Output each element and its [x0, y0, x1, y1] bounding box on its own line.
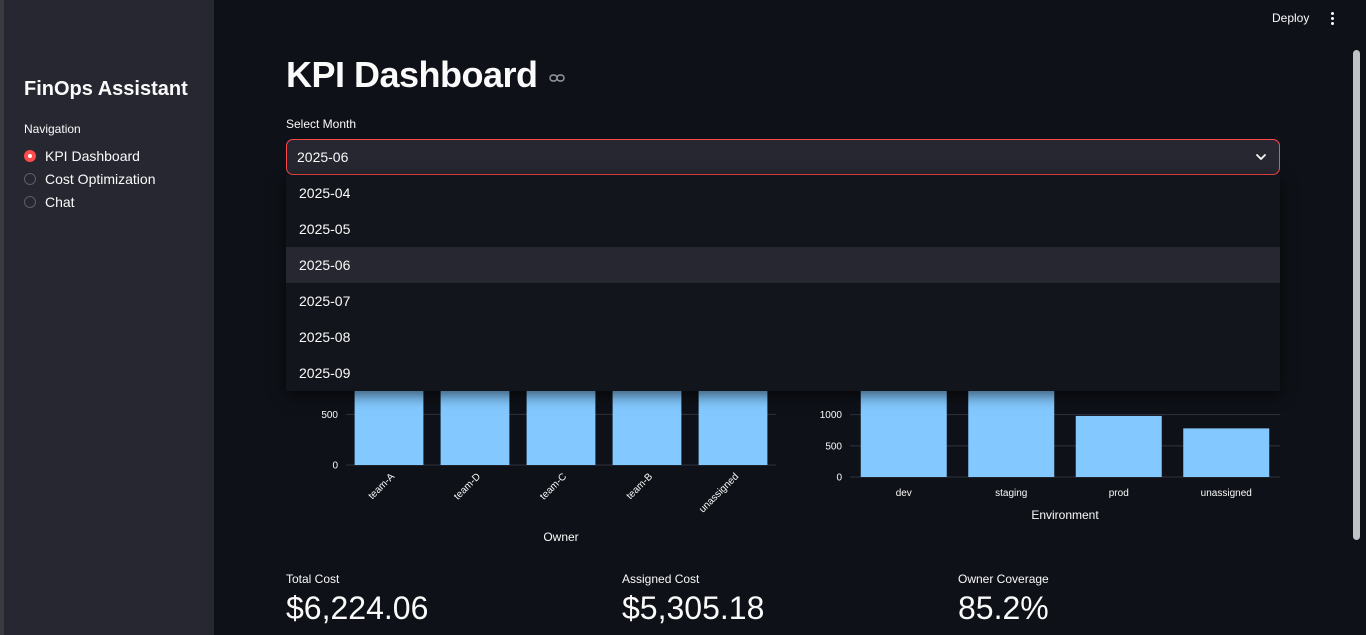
metric-value-owner-coverage: 85.2% — [958, 590, 1049, 626]
metric-label-assigned-cost: Assigned Cost — [622, 572, 700, 586]
bar-unassigned — [698, 391, 768, 465]
nav-item-chat[interactable]: Chat — [24, 192, 75, 212]
month-option[interactable]: 2025-05 — [286, 211, 1280, 247]
navigation-label: Navigation — [24, 122, 81, 136]
x-tick-label: dev — [896, 488, 912, 499]
more-menu-icon[interactable] — [1326, 10, 1338, 28]
link-icon[interactable] — [549, 72, 565, 84]
month-dropdown-list: 2025-04 2025-05 2025-06 2025-07 2025-08 … — [286, 175, 1280, 391]
sidebar: FinOps Assistant Navigation KPI Dashboar… — [4, 0, 214, 635]
app-title: FinOps Assistant — [24, 78, 188, 100]
radio-unselected-icon[interactable] — [24, 173, 36, 185]
bar-unassigned — [1183, 428, 1270, 477]
deploy-button[interactable]: Deploy — [1272, 11, 1309, 25]
x-tick-label: team-D — [452, 471, 483, 502]
owner-cost-chart-svg: 0 500 team-A team-D team-C team-B unassigned Ow… — [321, 391, 776, 544]
scrollbar-thumb[interactable] — [1353, 50, 1360, 540]
nav-item-label: Chat — [45, 194, 75, 210]
owner-cost-chart: 0 500 team-A team-D team-C team-B unassigned Ow… — [290, 380, 790, 550]
x-tick-label: unassigned — [1201, 488, 1252, 499]
select-month-label: Select Month — [286, 117, 357, 131]
environment-cost-chart-svg: 0 500 1000 dev staging prod unassigned Environm… — [820, 391, 1280, 522]
x-tick-label: prod — [1109, 488, 1129, 499]
y-tick-label: 1000 — [820, 410, 843, 421]
radio-unselected-icon[interactable] — [24, 196, 36, 208]
y-tick-label: 500 — [321, 410, 338, 421]
bar-staging — [968, 391, 1055, 477]
x-tick-label: unassigned — [697, 471, 741, 515]
month-option[interactable]: 2025-08 — [286, 319, 1280, 355]
select-value: 2025-06 — [297, 149, 349, 165]
bar-team-A — [354, 391, 424, 465]
radio-selected-icon[interactable] — [24, 150, 36, 162]
month-option-highlighted[interactable]: 2025-06 — [286, 247, 1280, 283]
y-tick-label: 500 — [825, 441, 842, 452]
x-tick-label: team-B — [625, 471, 656, 502]
y-tick-label: 0 — [332, 461, 338, 472]
nav-item-cost-optimization[interactable]: Cost Optimization — [24, 169, 155, 189]
environment-cost-chart: 0 500 1000 dev staging prod unassigned Environm… — [790, 380, 1290, 530]
metric-value-total-cost: $6,224.06 — [286, 590, 429, 626]
bar-team-D — [440, 391, 510, 465]
x-axis-label: Environment — [1031, 508, 1099, 522]
metric-label-total-cost: Total Cost — [286, 572, 340, 586]
nav-item-label: Cost Optimization — [45, 171, 156, 187]
bar-dev — [860, 391, 947, 477]
bar-team-B — [612, 391, 682, 465]
metric-label-owner-coverage: Owner Coverage — [958, 572, 1049, 586]
x-axis-label: Owner — [543, 530, 578, 544]
x-tick-label: staging — [995, 488, 1027, 499]
month-option[interactable]: 2025-09 — [286, 355, 1280, 391]
x-tick-label: team-A — [367, 471, 398, 502]
x-tick-label: team-C — [538, 471, 569, 502]
nav-item-kpi-dashboard[interactable]: KPI Dashboard — [24, 146, 140, 166]
month-option[interactable]: 2025-04 — [286, 175, 1280, 211]
bar-team-C — [526, 391, 596, 465]
metric-value-assigned-cost: $5,305.18 — [622, 590, 765, 626]
bar-prod — [1075, 415, 1162, 477]
y-tick-label: 0 — [836, 473, 842, 484]
nav-item-label: KPI Dashboard — [45, 148, 140, 164]
month-select[interactable]: 2025-06 — [286, 139, 1280, 175]
month-option[interactable]: 2025-07 — [286, 283, 1280, 319]
chevron-down-icon — [1256, 154, 1266, 160]
page-title: KPI Dashboard — [286, 54, 538, 95]
